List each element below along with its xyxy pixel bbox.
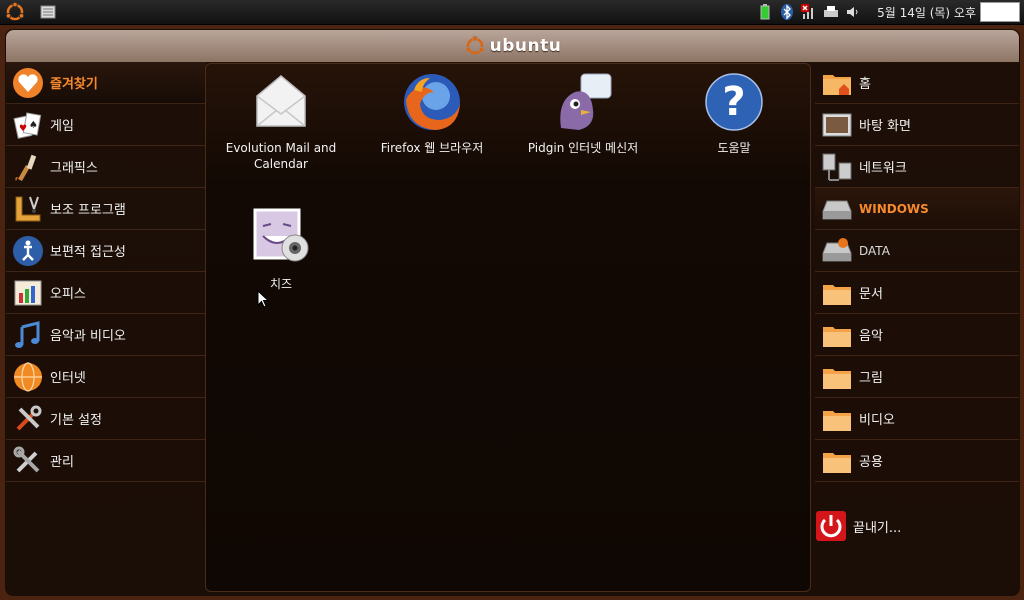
folder-icon <box>823 284 851 305</box>
place-windows-drive[interactable]: WINDOWS <box>815 188 1019 230</box>
app-label: Pidgin 인터넷 메신저 <box>527 141 639 155</box>
power-icon <box>816 511 846 541</box>
network-icon <box>822 153 852 181</box>
app-help[interactable]: ? 도움말 <box>659 70 809 156</box>
printer-icon[interactable] <box>823 4 839 20</box>
svg-text:♥: ♥ <box>19 124 27 134</box>
category-office[interactable]: 오피스 <box>6 272 206 314</box>
place-label: 바탕 화면 <box>859 119 911 134</box>
top-panel: 5월 14일 (목) 오후 <box>0 0 1024 25</box>
svg-text:♠: ♠ <box>29 120 38 131</box>
category-multimedia[interactable]: 음악과 비디오 <box>6 314 206 356</box>
ubuntu-logo-icon[interactable] <box>4 1 26 22</box>
heart-icon <box>13 67 43 98</box>
place-label: 홈 <box>859 77 871 92</box>
office-chart-icon <box>14 280 42 305</box>
app-label: Evolution Mail and Calendar <box>225 141 337 171</box>
place-label: 음악 <box>859 329 883 344</box>
firefox-icon <box>404 74 460 130</box>
category-label: 오피스 <box>50 287 86 302</box>
app-label: 치즈 <box>269 277 293 291</box>
place-label: WINDOWS <box>859 201 929 216</box>
help-icon: ? <box>705 73 763 131</box>
place-pictures[interactable]: 그림 <box>815 356 1019 398</box>
user-menu[interactable] <box>980 2 1020 22</box>
category-label: 게임 <box>50 119 74 134</box>
category-games[interactable]: ♠ ♥ 게임 <box>6 104 206 146</box>
category-list: 즐겨찾기 ♠ ♥ 게임 그래픽스 보조 프로그램 보편적 접근성 오피스 음악과… <box>6 62 206 482</box>
place-desktop[interactable]: 바탕 화면 <box>815 104 1019 146</box>
place-videos[interactable]: 비디오 <box>815 398 1019 440</box>
title-bar: ubuntu <box>6 30 1019 62</box>
network-disconnected-icon[interactable] <box>801 4 817 20</box>
place-data-drive[interactable]: DATA <box>815 230 1019 272</box>
quit-label: 끝내기... <box>853 520 902 536</box>
place-label: 문서 <box>859 287 883 302</box>
category-label: 음악과 비디오 <box>50 329 126 344</box>
desktop-icon <box>822 113 852 136</box>
category-preferences[interactable]: 기본 설정 <box>6 398 206 440</box>
document-icon[interactable] <box>40 4 56 20</box>
category-accessibility[interactable]: 보편적 접근성 <box>6 230 206 272</box>
place-label: 그림 <box>859 371 883 386</box>
category-favorites[interactable]: 즐겨찾기 <box>6 62 206 104</box>
folder-icon <box>823 326 851 347</box>
place-public[interactable]: 공용 <box>815 440 1019 482</box>
system-tray: 5월 14일 (목) 오후 <box>757 0 1020 24</box>
category-accessories[interactable]: 보조 프로그램 <box>6 188 206 230</box>
category-label: 보조 프로그램 <box>50 203 126 218</box>
category-label: 기본 설정 <box>50 413 102 428</box>
place-documents[interactable]: 문서 <box>815 272 1019 314</box>
drive-icon <box>822 200 852 219</box>
paint-icon <box>15 154 37 181</box>
category-label: 관리 <box>50 455 74 470</box>
application-grid: Evolution Mail and Calendar Firefox 웹 브라… <box>205 63 811 592</box>
cards-icon: ♠ ♥ <box>13 111 42 139</box>
drive-icon <box>822 237 852 261</box>
place-network[interactable]: 네트워크 <box>815 146 1019 188</box>
admin-tools-icon <box>13 446 40 472</box>
place-music[interactable]: 음악 <box>815 314 1019 356</box>
category-administration[interactable]: 관리 <box>6 440 206 482</box>
battery-icon[interactable] <box>757 4 773 20</box>
app-evolution[interactable]: Evolution Mail and Calendar <box>206 70 356 172</box>
cheese-webcam-icon <box>253 208 309 262</box>
app-pidgin[interactable]: Pidgin 인터넷 메신저 <box>508 70 658 156</box>
svg-text:?: ? <box>722 79 745 125</box>
folder-icon <box>823 410 851 431</box>
category-label: 그래픽스 <box>50 161 98 176</box>
volume-icon[interactable] <box>845 4 861 20</box>
quit-button[interactable]: 끝내기... <box>815 510 901 542</box>
place-label: 네트워크 <box>859 161 907 176</box>
folder-icon <box>823 368 851 389</box>
place-home[interactable]: 홈 <box>815 62 1019 104</box>
places-list: 홈 바탕 화면 네트워크 WINDOWS DATA 문서 음악 그림 비디오 공… <box>815 62 1019 482</box>
mail-envelope-icon <box>256 75 306 127</box>
accessibility-icon <box>13 235 43 266</box>
category-label: 인터넷 <box>50 371 86 386</box>
ruler-scissors-icon <box>15 196 41 221</box>
clock[interactable]: 5월 14일 (목) 오후 <box>877 4 976 21</box>
music-note-icon <box>15 320 40 348</box>
place-label: 공용 <box>859 455 883 470</box>
folder-icon <box>823 452 851 473</box>
pidgin-icon <box>560 73 612 130</box>
preferences-tools-icon <box>16 405 42 430</box>
mouse-cursor-icon <box>257 290 269 308</box>
app-cheese[interactable]: 치즈 <box>206 206 356 292</box>
app-label: Firefox 웹 브라우저 <box>380 141 484 155</box>
category-label: 즐겨찾기 <box>50 77 98 92</box>
ubuntu-circle-logo-icon <box>465 35 485 55</box>
category-graphics[interactable]: 그래픽스 <box>6 146 206 188</box>
globe-icon <box>14 361 42 392</box>
app-label: 도움말 <box>717 141 751 155</box>
window-title: ubuntu <box>489 36 562 56</box>
place-label: DATA <box>859 243 890 258</box>
category-label: 보편적 접근성 <box>50 245 126 260</box>
home-folder-icon <box>823 74 851 95</box>
app-firefox[interactable]: Firefox 웹 브라우저 <box>357 70 507 156</box>
bluetooth-icon[interactable] <box>779 4 795 20</box>
category-internet[interactable]: 인터넷 <box>6 356 206 398</box>
place-label: 비디오 <box>859 413 895 428</box>
